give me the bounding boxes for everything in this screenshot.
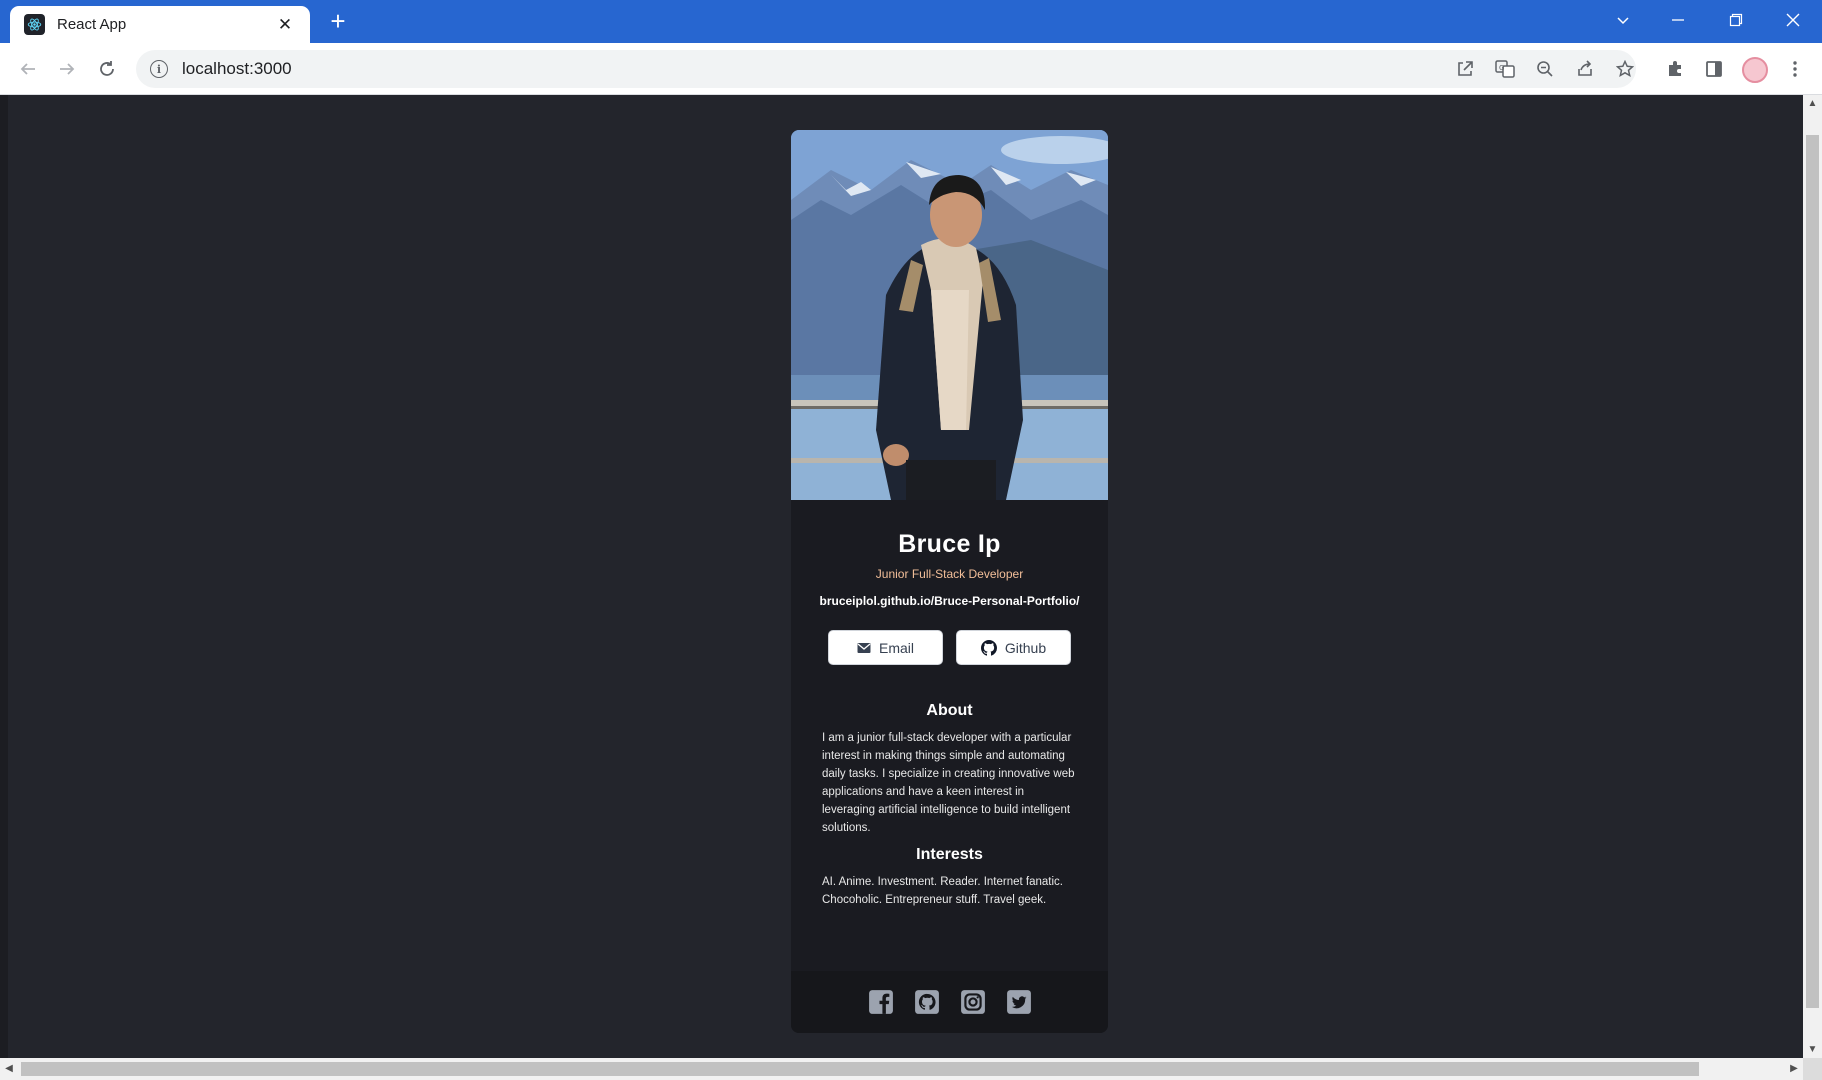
about-heading: About bbox=[926, 702, 973, 719]
horizontal-scroll-thumb[interactable] bbox=[21, 1062, 1699, 1076]
close-window-icon[interactable] bbox=[1768, 0, 1818, 40]
github-button-label: Github bbox=[1004, 639, 1047, 656]
profile-role: Junior Full-Stack Developer bbox=[875, 567, 1024, 581]
scroll-down-arrow-icon[interactable]: ▼ bbox=[1803, 1041, 1822, 1058]
profile-photo bbox=[791, 130, 1108, 500]
tab-search-icon[interactable] bbox=[1598, 0, 1648, 40]
profile-website-link[interactable]: bruceiplol.github.io/Bruce-Personal-Port… bbox=[791, 594, 1108, 608]
extensions-puzzle-icon[interactable] bbox=[1660, 54, 1690, 84]
back-arrow-icon[interactable] bbox=[12, 53, 44, 85]
interests-text: AI. Anime. Investment. Reader. Internet … bbox=[822, 876, 1063, 906]
address-bar[interactable]: i localhost:3000 bbox=[136, 50, 1636, 88]
envelope-icon bbox=[857, 642, 871, 653]
twitter-icon[interactable] bbox=[1006, 989, 1032, 1015]
react-favicon-icon bbox=[24, 14, 45, 35]
site-info-icon[interactable]: i bbox=[150, 60, 168, 78]
profile-card: Bruce Ip Junior Full-Stack Developer bru… bbox=[791, 130, 1108, 1033]
tab-close-icon[interactable]: ✕ bbox=[274, 15, 296, 35]
github-button[interactable]: Github bbox=[956, 630, 1071, 665]
tab-title: React App bbox=[57, 16, 127, 33]
bookmark-star-icon[interactable] bbox=[1610, 54, 1640, 84]
left-edge-strip bbox=[0, 95, 8, 1058]
interests-heading: Interests bbox=[916, 846, 983, 863]
scrollbar-corner bbox=[1803, 1058, 1822, 1080]
scroll-right-arrow-icon[interactable]: ▶ bbox=[1785, 1058, 1803, 1080]
contact-buttons: Email Github bbox=[791, 630, 1108, 665]
forward-arrow-icon[interactable] bbox=[51, 53, 83, 85]
github-icon[interactable] bbox=[914, 989, 940, 1015]
url-text[interactable]: localhost:3000 bbox=[182, 59, 292, 79]
vertical-scrollbar[interactable]: ▲ ▼ bbox=[1803, 95, 1822, 1058]
minimize-icon[interactable] bbox=[1653, 0, 1703, 40]
vertical-scroll-thumb[interactable] bbox=[1806, 135, 1819, 1008]
profile-avatar[interactable] bbox=[1742, 57, 1768, 83]
zoom-out-icon[interactable] bbox=[1530, 54, 1560, 84]
email-button[interactable]: Email bbox=[828, 630, 943, 665]
about-text: I am a junior full-stack developer with … bbox=[822, 732, 1075, 834]
translate-icon[interactable]: G bbox=[1490, 54, 1520, 84]
scroll-left-arrow-icon[interactable]: ◀ bbox=[0, 1058, 18, 1080]
kebab-menu-icon[interactable] bbox=[1780, 54, 1810, 84]
scroll-up-arrow-icon[interactable]: ▲ bbox=[1803, 95, 1822, 112]
instagram-icon[interactable] bbox=[960, 989, 986, 1015]
side-panel-icon[interactable] bbox=[1699, 54, 1729, 84]
facebook-icon[interactable] bbox=[868, 989, 894, 1015]
browser-tab[interactable]: React App ✕ bbox=[10, 6, 310, 43]
social-footer bbox=[791, 971, 1108, 1033]
email-button-label: Email bbox=[878, 639, 914, 656]
restore-icon[interactable] bbox=[1711, 0, 1761, 40]
svg-text:G: G bbox=[1499, 64, 1504, 72]
profile-info: Bruce Ip Junior Full-Stack Developer bru… bbox=[791, 500, 1108, 909]
share-icon[interactable] bbox=[1570, 54, 1600, 84]
browser-tab-bar: React App ✕ + bbox=[0, 0, 1822, 43]
horizontal-scrollbar[interactable]: ◀ ▶ bbox=[0, 1058, 1803, 1080]
open-in-app-icon[interactable] bbox=[1450, 54, 1480, 84]
reload-icon[interactable] bbox=[91, 53, 123, 85]
new-tab-button[interactable]: + bbox=[324, 8, 352, 36]
github-icon bbox=[980, 639, 997, 656]
profile-name: Bruce Ip bbox=[898, 530, 1001, 558]
browser-toolbar: i localhost:3000 G bbox=[0, 43, 1822, 95]
